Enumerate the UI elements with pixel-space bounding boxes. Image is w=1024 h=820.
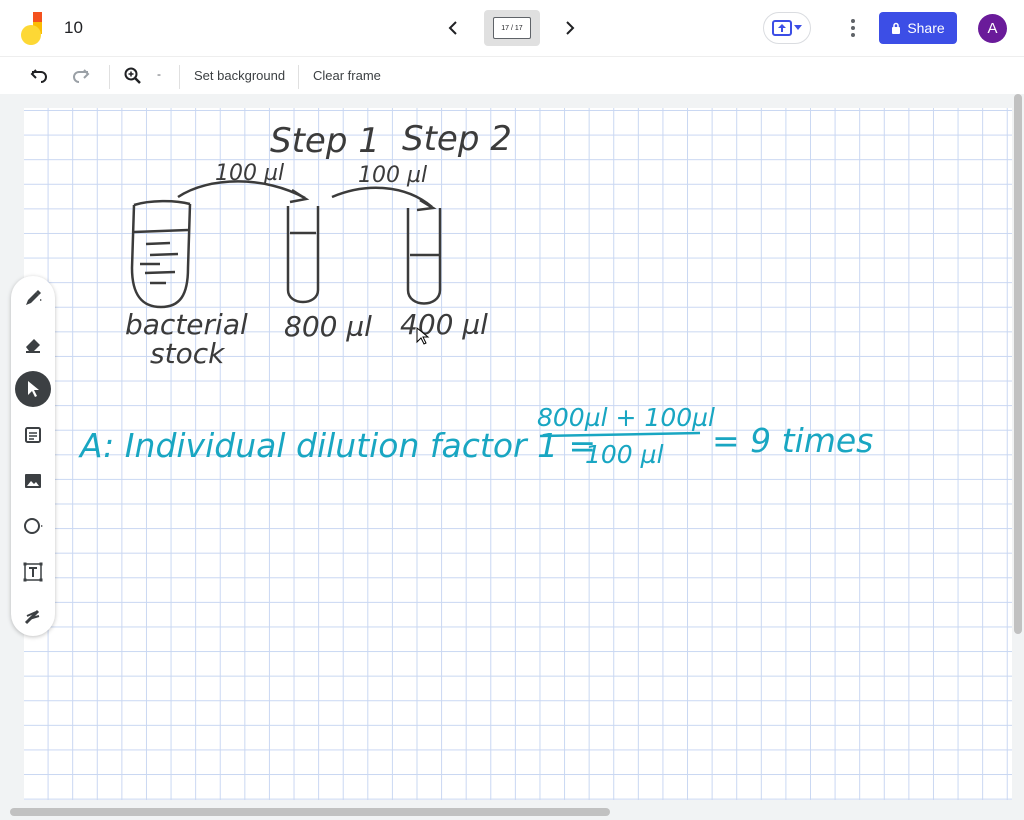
set-background-button[interactable]: Set background [194,68,285,83]
toolbar-divider [298,65,299,89]
share-button[interactable]: Share [879,12,957,44]
edit-toolbar: - Set background Clear frame [0,56,1024,94]
tool-palette [11,276,55,636]
share-label: Share [907,20,945,36]
select-tool[interactable] [15,371,51,407]
frame-bar-button[interactable]: 17 / 17 [484,10,540,46]
eraser-icon [26,339,40,353]
circle-shape-icon [24,518,43,534]
top-bar: 10 17 / 17 Share A [0,0,1024,56]
eraser-tool[interactable] [15,326,51,362]
next-frame-button[interactable] [558,16,582,40]
canvas-area [0,94,1024,820]
horizontal-scrollbar[interactable] [10,808,610,816]
more-options-icon[interactable] [843,14,863,42]
caret-down-icon [794,25,802,30]
lock-icon [892,22,901,34]
redo-icon[interactable] [70,65,92,87]
image-tool[interactable] [15,463,51,499]
whiteboard-canvas[interactable] [24,108,1012,800]
previous-frame-button[interactable] [441,16,465,40]
toolbar-divider [109,65,110,89]
pen-icon [26,290,42,305]
laser-tool[interactable] [15,599,51,635]
avatar[interactable]: A [978,14,1007,43]
zoom-icon[interactable] [122,65,144,87]
jamboard-logo-icon [20,12,46,46]
text-box-tool[interactable] [15,554,51,590]
select-pointer-icon [28,381,39,397]
text-box-icon [23,562,43,582]
document-title[interactable]: 10 [64,18,83,38]
frame-counter: 17 / 17 [493,17,531,39]
sticky-note-tool[interactable] [15,417,51,453]
sticky-note-icon [25,427,41,443]
present-icon [772,20,792,36]
toolbar-divider [179,65,180,89]
image-icon [25,474,41,488]
laser-icon [24,609,40,625]
present-button[interactable] [763,12,811,44]
shape-tool[interactable] [15,508,51,544]
undo-icon[interactable] [28,65,50,87]
zoom-caret[interactable]: - [157,67,161,81]
clear-frame-button[interactable]: Clear frame [313,68,381,83]
vertical-scrollbar[interactable] [1014,94,1022,634]
chevron-right-icon [566,21,575,35]
chevron-left-icon [448,21,457,35]
pen-tool[interactable] [15,280,51,316]
